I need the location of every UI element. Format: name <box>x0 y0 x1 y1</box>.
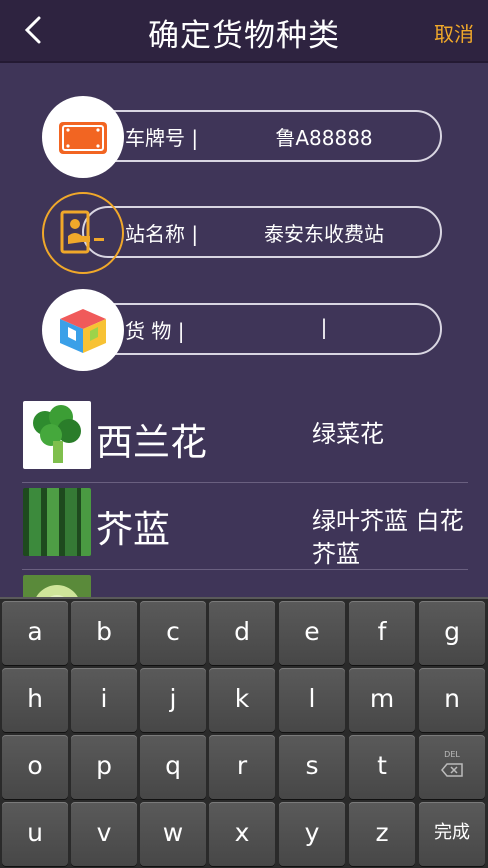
delete-key-label: DEL <box>444 750 460 759</box>
toll-booth-icon <box>42 192 124 274</box>
key-e[interactable]: e <box>279 601 345 665</box>
item-name: 西兰花 <box>96 421 207 464</box>
broccoli-icon <box>23 401 91 469</box>
keyboard: a b c d e f g h i j k l m n o p q r s t … <box>0 597 488 868</box>
key-v[interactable]: v <box>71 802 137 866</box>
key-n[interactable]: n <box>419 668 485 732</box>
cancel-button[interactable]: 取消 <box>434 18 474 47</box>
plate-value: 鲁A88888 <box>275 126 373 150</box>
key-l[interactable]: l <box>279 668 345 732</box>
key-i[interactable]: i <box>71 668 137 732</box>
station-value: 泰安东收费站 <box>264 222 384 246</box>
kale-icon <box>23 488 91 556</box>
cargo-label: 货 物 | <box>125 319 185 343</box>
done-key[interactable]: 完成 <box>419 802 485 866</box>
key-t[interactable]: t <box>349 735 415 799</box>
key-g[interactable]: g <box>419 601 485 665</box>
key-q[interactable]: q <box>140 735 206 799</box>
key-j[interactable]: j <box>140 668 206 732</box>
plate-field[interactable]: 车牌号 | 鲁A88888 <box>42 96 446 178</box>
item-alias: 绿菜花 <box>312 420 384 448</box>
cargo-field[interactable]: 货 物 | | <box>42 289 446 371</box>
key-m[interactable]: m <box>349 668 415 732</box>
key-k[interactable]: k <box>209 668 275 732</box>
item-alias: 绿叶芥蓝 白花芥蓝 <box>312 507 464 568</box>
key-x[interactable]: x <box>209 802 275 866</box>
cargo-input[interactable]: | <box>220 315 428 339</box>
key-f[interactable]: f <box>349 601 415 665</box>
plate-label: 车牌号 | <box>125 126 199 150</box>
key-u[interactable]: u <box>2 802 68 866</box>
key-s[interactable]: s <box>279 735 345 799</box>
key-c[interactable]: c <box>140 601 206 665</box>
key-d[interactable]: d <box>209 601 275 665</box>
station-field[interactable]: 站名称 | 泰安东收费站 <box>42 192 446 274</box>
key-p[interactable]: p <box>71 735 137 799</box>
list-item[interactable]: 芥蓝 绿叶芥蓝 白花芥蓝 <box>22 483 468 570</box>
key-o[interactable]: o <box>2 735 68 799</box>
key-z[interactable]: z <box>349 802 415 866</box>
key-y[interactable]: y <box>279 802 345 866</box>
station-label: 站名称 | <box>125 222 199 246</box>
license-plate-icon <box>42 96 124 178</box>
key-a[interactable]: a <box>2 601 68 665</box>
backspace-icon <box>441 763 463 777</box>
key-h[interactable]: h <box>2 668 68 732</box>
item-name: 芥蓝 <box>96 508 170 551</box>
cargo-box-icon <box>42 289 124 371</box>
key-w[interactable]: w <box>140 802 206 866</box>
key-b[interactable]: b <box>71 601 137 665</box>
list-item[interactable]: 西兰花 绿菜花 <box>22 396 468 483</box>
key-r[interactable]: r <box>209 735 275 799</box>
delete-key[interactable]: DEL <box>419 735 485 799</box>
top-bar: 确定货物种类 取消 <box>0 0 488 63</box>
page-title: 确定货物种类 <box>148 18 340 54</box>
